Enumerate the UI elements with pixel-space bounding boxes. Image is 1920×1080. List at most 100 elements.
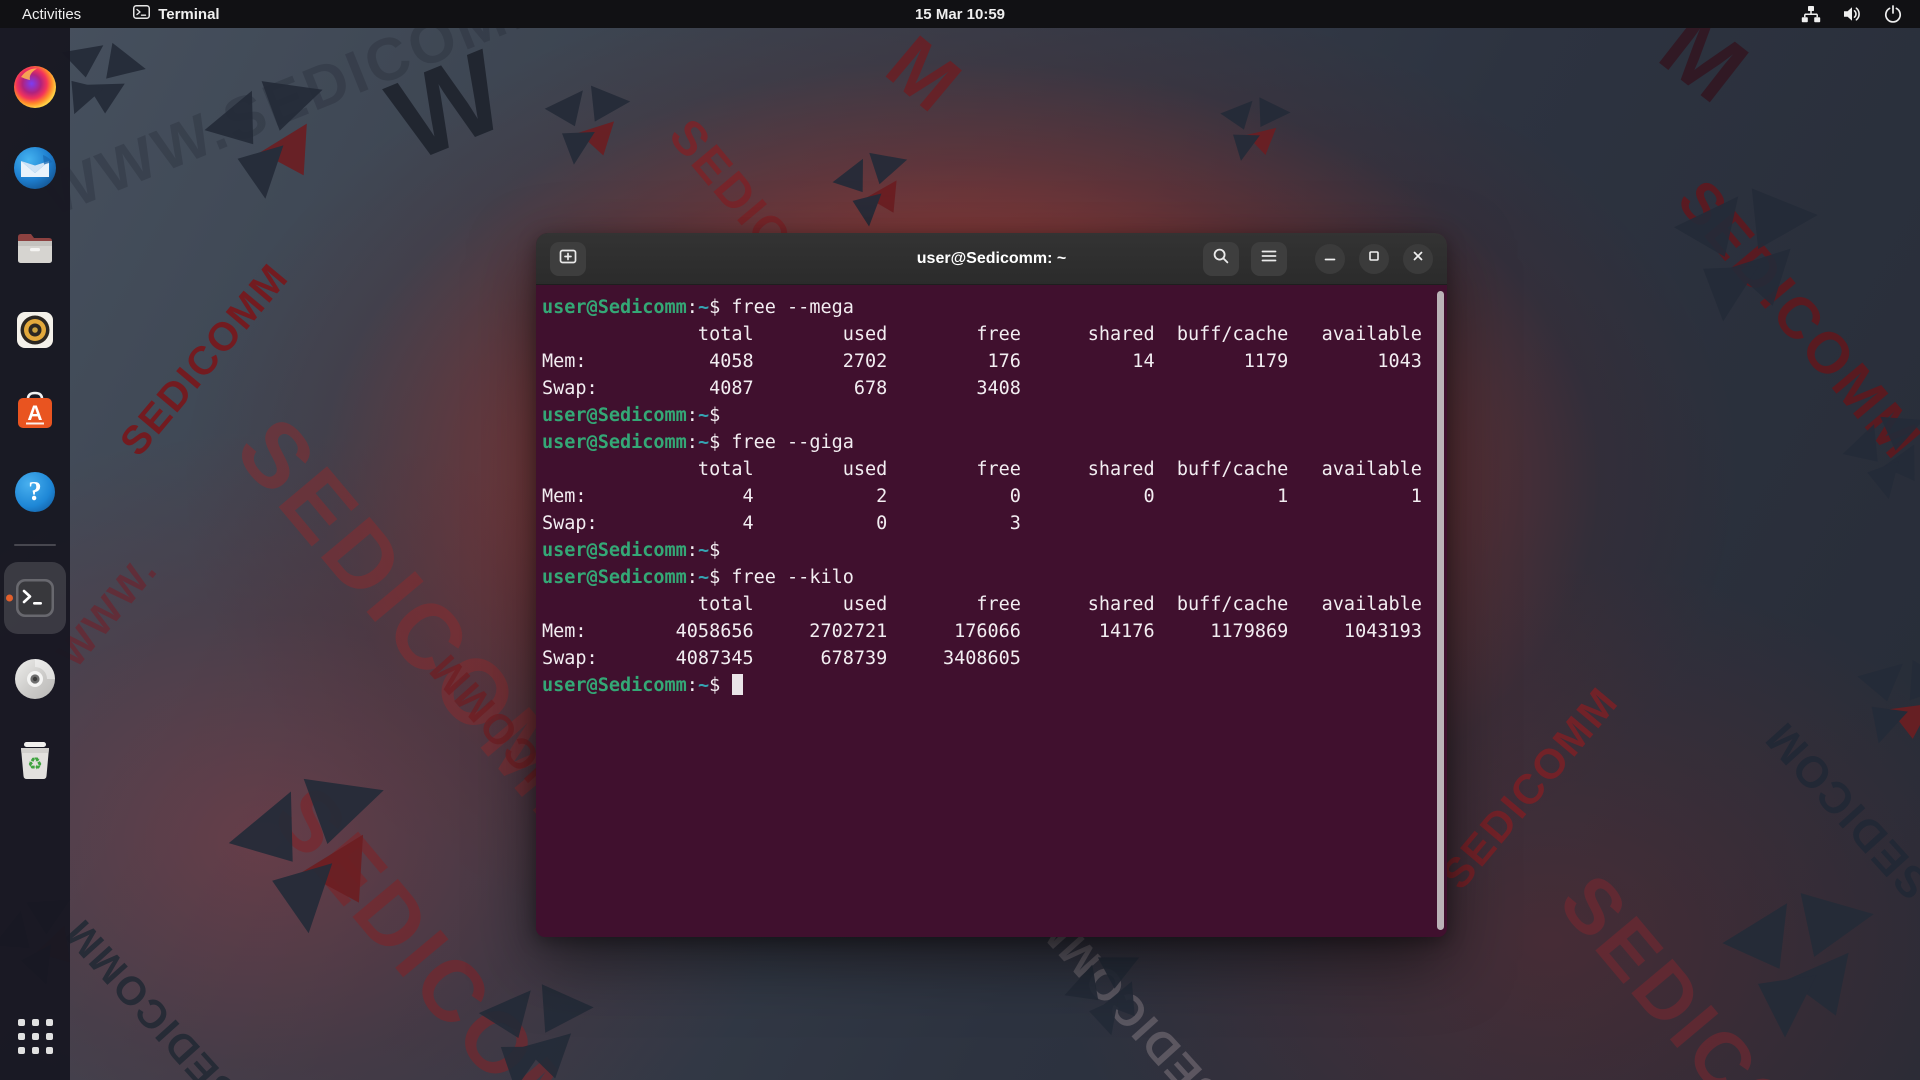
hamburger-menu-icon [1259, 246, 1279, 271]
prompt-colon: : [686, 405, 698, 426]
dock-divider [14, 544, 56, 546]
wallpaper-watermark-text: SEDICOMM [1431, 677, 1628, 898]
search-icon [1211, 246, 1231, 271]
command-text: free --giga [720, 432, 854, 453]
wallpaper-logo-triangles [1716, 890, 1879, 1045]
prompt-colon: : [686, 675, 698, 696]
terminal-output-line: Mem: 4058 2702 176 14 1179 1043 [542, 348, 1429, 375]
output-text: Mem: 4 2 0 0 1 1 [542, 486, 1422, 507]
running-indicator-dot [6, 594, 13, 602]
svg-text:?: ? [28, 476, 42, 506]
terminal-window: user@Sedicomm: ~ user@Sedicomm:~$ free -… [536, 233, 1447, 937]
maximize-icon [1367, 249, 1381, 268]
command-text [720, 540, 731, 561]
window-title: user@Sedicomm: ~ [916, 249, 1067, 267]
dock-item-rhythmbox[interactable] [4, 294, 66, 366]
trash-icon: ♻ [11, 736, 59, 784]
command-text [720, 675, 731, 696]
output-text: Swap: 4 0 3 [542, 513, 1021, 534]
clock[interactable]: 15 Mar 10:59 [915, 0, 1005, 28]
prompt-colon: : [686, 540, 698, 561]
minimize-button[interactable] [1315, 243, 1345, 274]
prompt-dollar: $ [709, 432, 721, 453]
prompt-colon: : [686, 297, 698, 318]
maximize-button[interactable] [1359, 243, 1389, 274]
prompt-user: user@Sedicomm [542, 405, 687, 426]
prompt-tilde: ~ [697, 432, 710, 453]
terminal-titlebar[interactable]: user@Sedicomm: ~ [536, 233, 1447, 285]
svg-text:♻: ♻ [27, 755, 42, 775]
wallpaper-watermark-text: M [870, 18, 980, 131]
new-tab-icon [558, 246, 578, 271]
dock-item-files[interactable] [4, 213, 66, 285]
disc-icon [11, 655, 59, 703]
dock: A? ♻ [0, 28, 70, 1080]
activities-button[interactable]: Activities [14, 4, 89, 25]
firefox-icon [11, 63, 59, 111]
prompt-dollar: $ [709, 567, 721, 588]
dock-item-firefox[interactable] [4, 51, 66, 123]
terminal-prompt-line: user@Sedicomm:~$ free --mega [542, 294, 1429, 321]
close-icon [1411, 249, 1425, 268]
thunderbird-icon [11, 144, 59, 192]
output-text: Swap: 4087 678 3408 [542, 378, 1021, 399]
prompt-colon: : [686, 432, 698, 453]
apps-grid-icon [17, 1018, 53, 1054]
wallpaper-logo-triangles [1837, 645, 1920, 766]
terminal-scrollbar[interactable] [1437, 291, 1444, 930]
dock-item-software[interactable]: A [4, 375, 66, 447]
volume-icon [1843, 6, 1862, 22]
terminal-prompt-line: user@Sedicomm:~$ free --giga [542, 429, 1429, 456]
wallpaper-logo-triangles [220, 770, 404, 947]
new-tab-button[interactable] [550, 241, 586, 276]
terminal-output-line: total used free shared buff/cache availa… [542, 591, 1429, 618]
prompt-tilde: ~ [697, 675, 710, 696]
output-text: total used free shared buff/cache availa… [542, 459, 1422, 480]
wallpaper-logo-triangles [1836, 409, 1920, 511]
prompt-tilde: ~ [697, 567, 710, 588]
terminal-output-line: Mem: 4 2 0 0 1 1 [542, 483, 1429, 510]
wallpaper-logo-triangles [198, 74, 338, 210]
search-button[interactable] [1203, 241, 1239, 276]
dock-app-list: A? ♻ [0, 51, 70, 796]
show-apps-button[interactable] [4, 1008, 66, 1064]
dock-item-thunderbird[interactable] [4, 132, 66, 204]
terminal-prompt-line: user@Sedicomm:~$ [542, 672, 1429, 699]
prompt-tilde: ~ [697, 540, 710, 561]
terminal-output-line: total used free shared buff/cache availa… [542, 456, 1429, 483]
prompt-colon: : [686, 567, 698, 588]
prompt-user: user@Sedicomm [542, 432, 687, 453]
software-icon: A [11, 387, 59, 435]
prompt-dollar: $ [709, 405, 721, 426]
command-text: free --kilo [720, 567, 854, 588]
command-text: free --mega [720, 297, 854, 318]
close-button[interactable] [1403, 243, 1433, 274]
terminal-output-line: Swap: 4 0 3 [542, 510, 1429, 537]
wallpaper-logo-triangles [829, 150, 914, 234]
prompt-dollar: $ [709, 540, 721, 561]
prompt-tilde: ~ [697, 297, 710, 318]
terminal-screen[interactable]: user@Sedicomm:~$ free --mega total used … [536, 285, 1447, 937]
terminal-prompt-line: user@Sedicomm:~$ [542, 537, 1429, 564]
focused-app-menu[interactable]: Terminal [133, 5, 220, 23]
system-status-area[interactable] [1801, 5, 1906, 23]
output-text: total used free shared buff/cache availa… [542, 324, 1422, 345]
terminal-output-line: Mem: 4058656 2702721 176066 14176 117986… [542, 618, 1429, 645]
focused-app-name: Terminal [158, 5, 220, 23]
files-icon [11, 225, 59, 273]
dock-item-disc[interactable] [4, 643, 66, 715]
prompt-user: user@Sedicomm [542, 567, 687, 588]
terminal-icon [11, 574, 59, 622]
dock-item-trash[interactable]: ♻ [4, 724, 66, 796]
network-icon [1801, 5, 1821, 23]
dock-item-help[interactable]: ? [4, 456, 66, 528]
dock-item-terminal[interactable] [4, 562, 66, 634]
help-icon: ? [11, 468, 59, 516]
terminal-cursor [732, 674, 743, 695]
wallpaper-logo-triangles [1659, 178, 1825, 338]
menu-button[interactable] [1251, 241, 1287, 276]
prompt-dollar: $ [709, 675, 721, 696]
command-text [720, 405, 731, 426]
terminal-mini-icon [133, 5, 151, 23]
output-text: Swap: 4087345 678739 3408605 [542, 648, 1021, 669]
